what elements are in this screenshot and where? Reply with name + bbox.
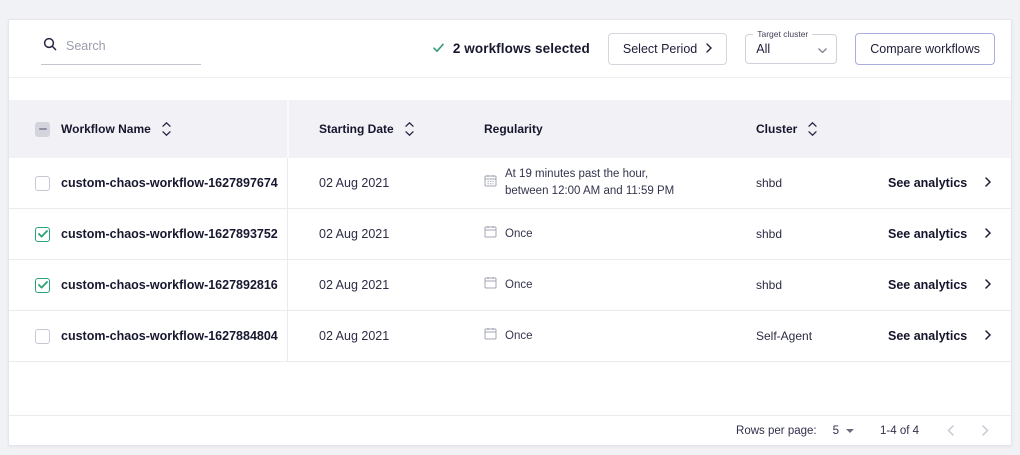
see-analytics-link[interactable]: See analytics <box>880 174 1011 192</box>
chevron-right-icon <box>985 327 991 345</box>
cluster-name: Self-Agent <box>756 329 880 343</box>
cluster-name: shbd <box>756 278 880 292</box>
selected-workflows-summary: 2 workflows selected <box>433 40 590 58</box>
column-divider <box>287 100 289 158</box>
chevron-up-icon <box>808 122 817 127</box>
regularity-text: Once <box>505 328 533 345</box>
table-row: custom-chaos-workflow-1627884804 02 Aug … <box>9 311 1011 362</box>
starting-date: 02 Aug 2021 <box>288 227 476 241</box>
chevron-up-icon <box>405 122 414 127</box>
calendar-icon <box>484 174 497 192</box>
chevron-right-icon <box>706 42 712 56</box>
see-analytics-label: See analytics <box>888 278 967 292</box>
regularity-cell: Once <box>476 327 756 345</box>
check-icon <box>433 40 444 58</box>
search-input[interactable] <box>66 39 186 53</box>
workflow-name: custom-chaos-workflow-1627884804 <box>61 329 288 343</box>
search-input-wrapper[interactable] <box>41 33 201 65</box>
cluster-name: shbd <box>756 176 880 190</box>
previous-page-button[interactable] <box>947 425 954 436</box>
calendar-icon <box>484 276 497 294</box>
target-cluster-select[interactable]: Target cluster All <box>745 34 837 64</box>
select-period-label: Select Period <box>623 42 697 56</box>
see-analytics-link[interactable]: See analytics <box>880 225 1011 243</box>
column-header-regularity: Regularity <box>476 122 756 136</box>
starting-date: 02 Aug 2021 <box>288 329 476 343</box>
see-analytics-link[interactable]: See analytics <box>880 276 1011 294</box>
chevron-right-icon <box>985 174 991 192</box>
workflow-name: custom-chaos-workflow-1627897674 <box>61 176 288 190</box>
row-checkbox[interactable] <box>35 278 50 293</box>
sort-starting-date[interactable] <box>405 122 414 136</box>
regularity-text: Once <box>505 277 533 294</box>
cluster-name: shbd <box>756 227 880 241</box>
rows-per-page-select[interactable]: 5 <box>833 425 854 437</box>
rows-per-page-label: Rows per page: <box>736 425 817 437</box>
column-header-starting-date: Starting Date <box>288 122 476 136</box>
column-label: Regularity <box>484 122 543 136</box>
starting-date: 02 Aug 2021 <box>288 176 476 190</box>
regularity-cell: Once <box>476 276 756 294</box>
toolbar-actions: 2 workflows selected Select Period Targe… <box>433 33 995 65</box>
chevron-down-icon <box>808 131 817 136</box>
column-divider <box>287 158 288 362</box>
column-label: Starting Date <box>319 122 394 136</box>
sort-cluster[interactable] <box>808 122 817 136</box>
pagination-footer: Rows per page: 5 1-4 of 4 <box>9 415 1011 445</box>
selected-workflows-text: 2 workflows selected <box>453 41 590 56</box>
row-checkbox[interactable] <box>35 329 50 344</box>
sort-workflow-name[interactable] <box>162 122 171 136</box>
see-analytics-link[interactable]: See analytics <box>880 327 1011 345</box>
chevron-down-icon <box>405 131 414 136</box>
column-header-actions <box>880 100 1011 158</box>
target-cluster-value: All <box>756 42 770 56</box>
workflow-name: custom-chaos-workflow-1627892816 <box>61 278 288 292</box>
calendar-icon <box>484 327 497 345</box>
workflow-name: custom-chaos-workflow-1627893752 <box>61 227 288 241</box>
workflow-comparison-card: 2 workflows selected Select Period Targe… <box>8 19 1012 446</box>
chevron-down-icon <box>162 131 171 136</box>
column-label: Cluster <box>756 122 797 136</box>
caret-down-icon <box>846 429 854 433</box>
column-label: Workflow Name <box>61 122 151 136</box>
chevron-right-icon <box>985 276 991 294</box>
check-icon <box>38 230 48 238</box>
see-analytics-label: See analytics <box>888 176 967 190</box>
column-header-workflow-name: Workflow Name <box>61 122 288 136</box>
check-icon <box>38 281 48 289</box>
next-page-button[interactable] <box>982 425 989 436</box>
table-row: custom-chaos-workflow-1627893752 02 Aug … <box>9 209 1011 260</box>
caret-down-icon <box>818 40 827 58</box>
chevron-up-icon <box>162 122 171 127</box>
search-icon <box>43 37 57 56</box>
chevron-right-icon <box>982 425 989 436</box>
table-row: custom-chaos-workflow-1627897674 02 Aug … <box>9 158 1011 209</box>
table-row: custom-chaos-workflow-1627892816 02 Aug … <box>9 260 1011 311</box>
page-range-label: 1-4 of 4 <box>880 425 919 437</box>
rows-per-page-value: 5 <box>833 425 839 437</box>
table-header: Workflow Name Starting Date Regularity C… <box>9 100 1011 158</box>
regularity-cell: At 19 minutes past the hour, between 12:… <box>476 166 756 199</box>
column-header-cluster: Cluster <box>756 122 880 136</box>
select-period-button[interactable]: Select Period <box>608 33 727 65</box>
target-cluster-label: Target cluster <box>753 29 812 39</box>
regularity-text: At 19 minutes past the hour, between 12:… <box>505 166 674 199</box>
compare-workflows-label: Compare workflows <box>870 42 980 56</box>
select-all-cell <box>9 122 61 137</box>
chevron-right-icon <box>985 225 991 243</box>
row-checkbox[interactable] <box>35 176 50 191</box>
chevron-left-icon <box>947 425 954 436</box>
regularity-text: Once <box>505 226 533 243</box>
toolbar: 2 workflows selected Select Period Targe… <box>9 20 1011 78</box>
calendar-icon <box>484 225 497 243</box>
see-analytics-label: See analytics <box>888 227 967 241</box>
select-all-checkbox[interactable] <box>35 122 50 137</box>
see-analytics-label: See analytics <box>888 329 967 343</box>
regularity-cell: Once <box>476 225 756 243</box>
starting-date: 02 Aug 2021 <box>288 278 476 292</box>
row-checkbox[interactable] <box>35 227 50 242</box>
compare-workflows-button[interactable]: Compare workflows <box>855 33 995 65</box>
